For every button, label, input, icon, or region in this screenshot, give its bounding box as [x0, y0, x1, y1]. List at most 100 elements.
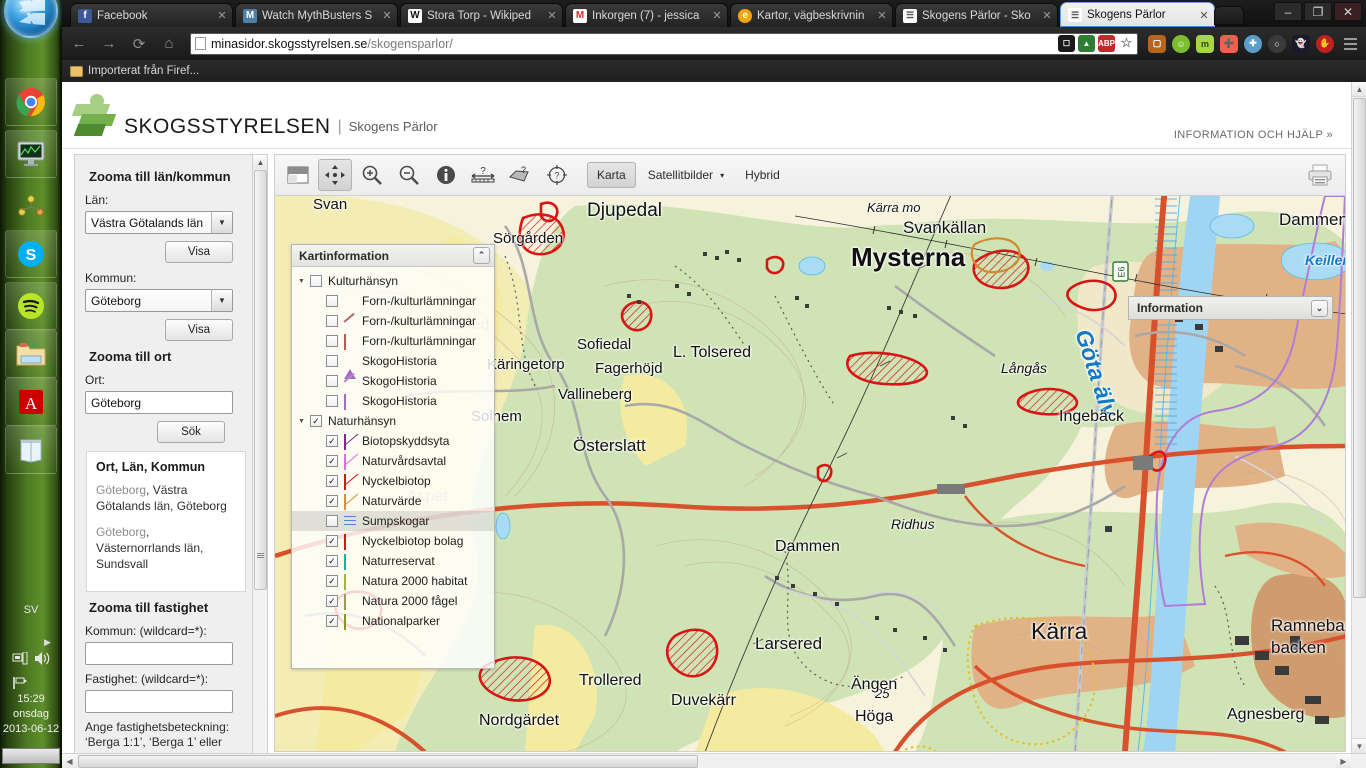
- ghost-icon[interactable]: 👻: [1292, 34, 1310, 53]
- ort-search-button[interactable]: Sök: [157, 421, 225, 443]
- tab-close-icon[interactable]: ✕: [1198, 9, 1210, 22]
- page-horizontal-scrollbar[interactable]: ◀ ▶: [62, 753, 1366, 768]
- layer-row[interactable]: SkogoHistoria: [292, 371, 494, 391]
- smiley-icon[interactable]: ☺: [1172, 34, 1190, 53]
- ghostery-icon[interactable]: ✚: [1244, 34, 1262, 53]
- site-logo[interactable]: SKOGSSTYRELSEN | Skogens Pärlor: [71, 94, 438, 138]
- volume-icon[interactable]: [34, 651, 52, 671]
- layer-checkbox[interactable]: ✓: [326, 535, 338, 547]
- result-place[interactable]: Göteborg: [96, 525, 146, 539]
- dock-icon-adobe-reader[interactable]: A: [5, 378, 57, 426]
- result-item[interactable]: Göteborg, Västernorrlands län, Sundsvall: [96, 524, 236, 572]
- m-icon[interactable]: m: [1196, 34, 1214, 53]
- measure-distance-tool[interactable]: ?: [466, 159, 500, 191]
- dock-icon-connection[interactable]: [5, 182, 57, 230]
- basemap-tab-karta[interactable]: Karta: [587, 162, 636, 188]
- lan-show-button[interactable]: Visa: [165, 241, 233, 263]
- layer-checkbox[interactable]: [326, 315, 338, 327]
- dock-icon-chrome[interactable]: [5, 78, 57, 126]
- expand-icon[interactable]: ⌄: [1311, 300, 1328, 317]
- address-bar[interactable]: minasidor.skogsstyrelsen.se/skogensparlo…: [190, 32, 1138, 55]
- layer-checkbox[interactable]: [326, 375, 338, 387]
- bookmark-star-icon[interactable]: ☆: [1118, 35, 1135, 52]
- language-indicator[interactable]: SV: [0, 604, 62, 616]
- kommun-select[interactable]: Göteborg ▼: [85, 289, 233, 312]
- zoom-out-tool[interactable]: [392, 159, 426, 191]
- ort-input[interactable]: Göteborg: [85, 391, 233, 414]
- tab-close-icon[interactable]: ✕: [711, 9, 723, 22]
- scroll-up-icon[interactable]: ▲: [1352, 82, 1366, 97]
- layer-checkbox[interactable]: [326, 335, 338, 347]
- dock-icon-monitor-chart[interactable]: [5, 130, 57, 178]
- layer-row[interactable]: ✓ Natura 2000 fågel: [292, 591, 494, 611]
- layer-checkbox[interactable]: ✓: [326, 555, 338, 567]
- group-checkbox[interactable]: [310, 275, 322, 287]
- page-vertical-scrollbar[interactable]: ▲ ▼: [1351, 82, 1366, 753]
- page-scroll-thumb[interactable]: [1353, 98, 1366, 598]
- identify-info-tool[interactable]: [429, 159, 463, 191]
- maximize-button[interactable]: ❐: [1304, 2, 1332, 21]
- tab-close-icon[interactable]: ✕: [546, 9, 558, 22]
- fastighet-kommun-input[interactable]: [85, 642, 233, 665]
- layer-row[interactable]: ✓ Nyckelbiotop: [292, 471, 494, 491]
- hand-icon[interactable]: ✋: [1316, 34, 1334, 53]
- collapse-icon[interactable]: ⌃: [473, 247, 490, 264]
- tab-close-icon[interactable]: ✕: [1041, 9, 1053, 22]
- layer-row[interactable]: SkogoHistoria: [292, 391, 494, 411]
- abp-icon[interactable]: ABP: [1098, 34, 1115, 52]
- dock-icon-notepad[interactable]: [5, 426, 57, 474]
- disconnect-icon[interactable]: ○: [1268, 34, 1286, 53]
- dock-icon-skype[interactable]: S: [5, 230, 57, 278]
- layer-row[interactable]: Forn-/kulturlämningar: [292, 331, 494, 351]
- layer-checkbox[interactable]: ✓: [326, 615, 338, 627]
- minimize-button[interactable]: –: [1274, 2, 1302, 21]
- tab-skogens-parlor-active[interactable]: ☰ Skogens Pärlor ✕: [1060, 2, 1215, 27]
- zoom-in-tool[interactable]: [355, 159, 389, 191]
- layer-row[interactable]: SkogoHistoria: [292, 351, 494, 379]
- basemap-tab-satellitbilder[interactable]: Satellitbilder ▾: [639, 162, 733, 188]
- noscript-icon[interactable]: ☐: [1058, 34, 1075, 52]
- lan-select[interactable]: Västra Götalands län ▼: [85, 211, 233, 234]
- adblock-shield-icon[interactable]: ▲: [1078, 34, 1095, 52]
- taskbar-scroll-thumb[interactable]: [2, 748, 60, 764]
- layer-row-sumpskogar[interactable]: Sumpskogar: [292, 511, 494, 531]
- chevron-down-icon[interactable]: ▾: [720, 171, 724, 180]
- close-button[interactable]: ✕: [1334, 2, 1362, 21]
- pan-tool[interactable]: [318, 159, 352, 191]
- hamburger-menu-icon[interactable]: [1340, 34, 1360, 54]
- page-scroll-thumb-h[interactable]: [78, 755, 698, 768]
- layer-checkbox[interactable]: ✓: [326, 475, 338, 487]
- layer-row[interactable]: ✓ Nationalparker: [292, 611, 494, 631]
- tab-close-icon[interactable]: ✕: [876, 9, 888, 22]
- sidebar-scroll-thumb[interactable]: [254, 170, 267, 590]
- tab-skogens-parlor-1[interactable]: ☰ Skogens Pärlor - Sko ✕: [895, 3, 1058, 27]
- overview-map-tool[interactable]: [281, 159, 315, 191]
- coordinates-tool[interactable]: ?: [540, 159, 574, 191]
- box-icon[interactable]: ▢: [1148, 34, 1166, 53]
- scroll-right-icon[interactable]: ▶: [1336, 754, 1351, 768]
- reload-button[interactable]: ⟳: [126, 31, 152, 57]
- start-button[interactable]: [4, 0, 58, 38]
- expand-triangle-icon[interactable]: ▼: [298, 418, 307, 425]
- layer-checkbox[interactable]: [326, 515, 338, 527]
- layer-row[interactable]: ✓ Naturvärde: [292, 491, 494, 511]
- tab-wikipedia[interactable]: W Stora Torp - Wikiped ✕: [400, 3, 563, 27]
- layer-group-naturhansyn[interactable]: ▼ ✓ Naturhänsyn: [292, 411, 494, 431]
- layer-checkbox[interactable]: ✓: [326, 455, 338, 467]
- layer-checkbox[interactable]: [326, 355, 338, 367]
- information-panel[interactable]: Information ⌄: [1128, 296, 1333, 320]
- expand-triangle-icon[interactable]: ▼: [298, 278, 307, 285]
- print-icon[interactable]: [1305, 160, 1335, 190]
- layer-row[interactable]: Forn-/kulturlämningar: [292, 291, 494, 311]
- layer-row[interactable]: ✓ Naturreservat: [292, 551, 494, 571]
- result-place[interactable]: Göteborg: [96, 483, 146, 497]
- kommun-show-button[interactable]: Visa: [165, 319, 233, 341]
- layer-checkbox[interactable]: ✓: [326, 435, 338, 447]
- sidebar-scrollbar[interactable]: ▲: [252, 155, 267, 753]
- layer-group-kulturhansyn[interactable]: ▼ Kulturhänsyn: [292, 271, 494, 291]
- tab-gmail-inbox[interactable]: M Inkorgen (7) - jessica ✕: [565, 3, 728, 27]
- layer-checkbox[interactable]: ✓: [326, 495, 338, 507]
- taskbar-clock[interactable]: 15:29 onsdag 2013-06-12: [0, 692, 62, 737]
- information-help-link[interactable]: INFORMATION OCH HJÄLP »: [1174, 129, 1333, 141]
- tab-close-icon[interactable]: ✕: [381, 9, 393, 22]
